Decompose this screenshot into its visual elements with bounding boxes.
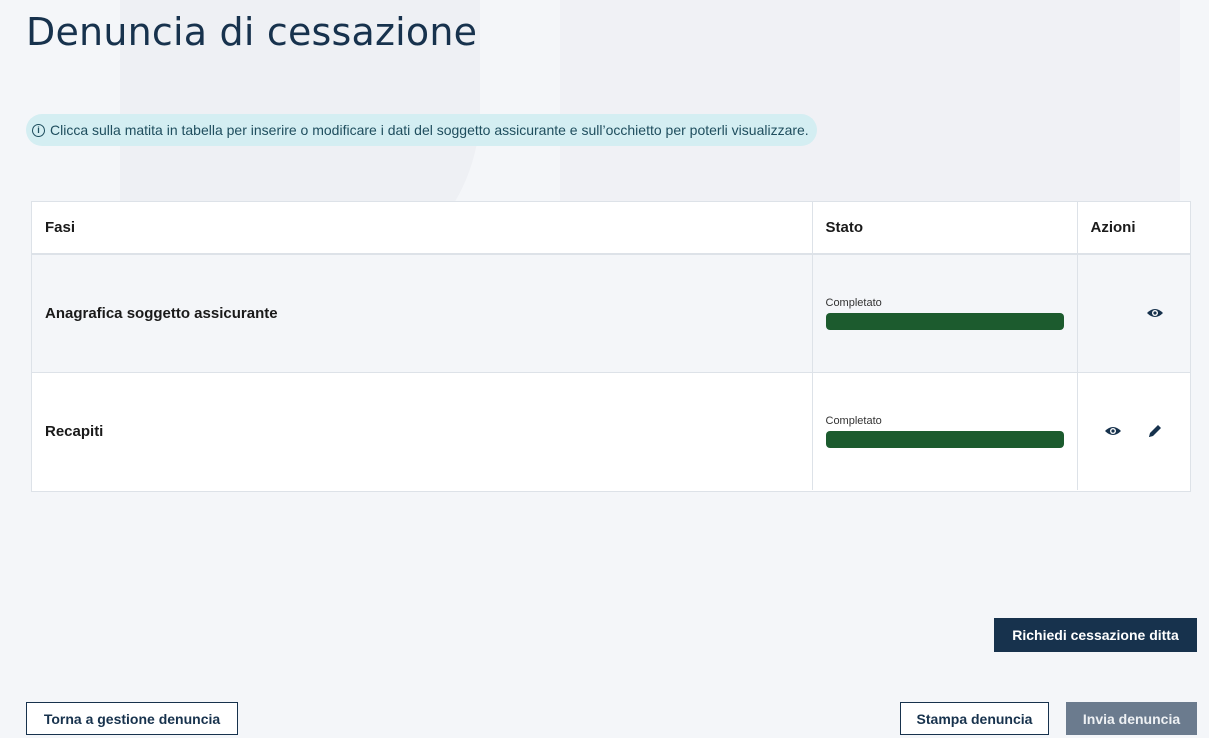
status-cell: Completato xyxy=(812,254,1078,373)
eye-icon[interactable] xyxy=(1102,420,1124,442)
column-header-fasi: Fasi xyxy=(32,202,813,255)
info-circle-icon: i xyxy=(32,123,45,137)
column-header-stato: Stato xyxy=(812,202,1078,255)
actions-cell xyxy=(1077,372,1190,490)
progress-fill xyxy=(825,312,1064,330)
pencil-icon[interactable] xyxy=(1144,420,1166,442)
status-label: Completato xyxy=(825,296,882,309)
phase-name: Recapiti xyxy=(32,372,813,490)
progress-bar xyxy=(825,430,1064,448)
richiedi-cessazione-button[interactable]: Richiedi cessazione ditta xyxy=(994,618,1197,652)
progress-bar xyxy=(825,312,1064,330)
status-cell: Completato xyxy=(812,372,1078,490)
torna-gestione-button[interactable]: Torna a gestione denuncia xyxy=(26,702,238,735)
progress-fill xyxy=(825,430,1064,448)
table-row: Anagrafica soggetto assicurante Completa… xyxy=(32,254,1190,373)
status-label: Completato xyxy=(825,414,882,427)
info-text: Clicca sulla matita in tabella per inser… xyxy=(50,122,809,138)
phase-name: Anagrafica soggetto assicurante xyxy=(32,254,813,373)
stampa-denuncia-button[interactable]: Stampa denuncia xyxy=(900,702,1049,735)
invia-denuncia-button[interactable]: Invia denuncia xyxy=(1066,702,1197,735)
phases-table: Fasi Stato Azioni Anagrafica soggetto as… xyxy=(31,201,1191,492)
column-header-azioni: Azioni xyxy=(1077,202,1190,255)
page: Denuncia di cessazione i Clicca sulla ma… xyxy=(0,0,1209,738)
actions-cell xyxy=(1077,254,1190,373)
eye-icon[interactable] xyxy=(1144,302,1166,324)
table-row: Recapiti Completato xyxy=(32,372,1190,490)
info-banner: i Clicca sulla matita in tabella per ins… xyxy=(26,114,817,146)
page-title: Denuncia di cessazione xyxy=(26,10,478,54)
